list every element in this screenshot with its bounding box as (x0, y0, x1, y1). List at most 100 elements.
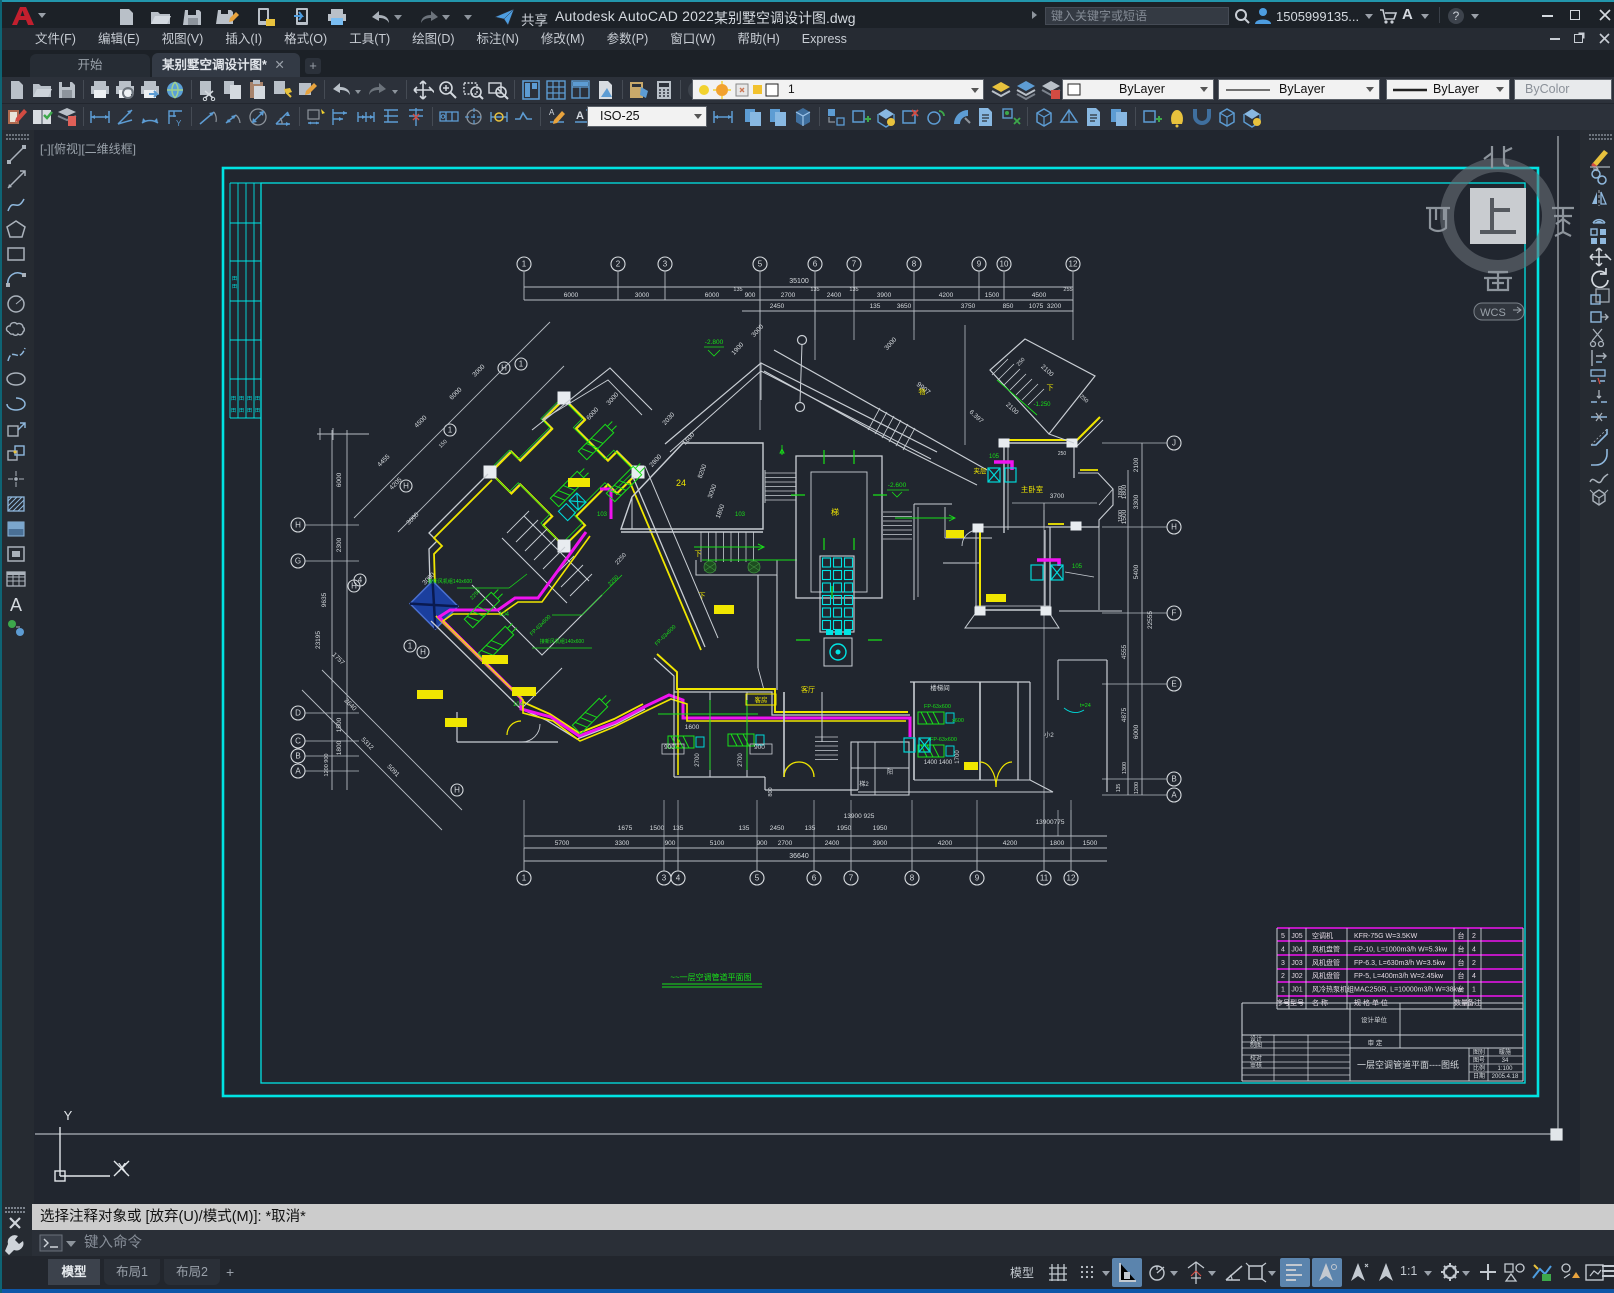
svg-text:2: 2 (1472, 960, 1476, 967)
svg-text:田: 田 (255, 408, 260, 414)
svg-text:1: 1 (519, 360, 524, 369)
svg-text:135: 135 (870, 303, 881, 310)
svg-text:H: H (403, 482, 409, 491)
svg-text:4875: 4875 (1121, 707, 1128, 722)
svg-text:2: 2 (1281, 973, 1285, 980)
svg-text:4200: 4200 (939, 292, 954, 299)
svg-text:校对: 校对 (1250, 1054, 1262, 1062)
svg-text:900: 900 (745, 292, 756, 299)
svg-text:2400: 2400 (825, 840, 840, 847)
svg-text:1: 1 (1281, 987, 1285, 994)
svg-text:FP-5, L=400m3/h W=2.45kw: FP-5, L=400m3/h W=2.45kw (1354, 973, 1444, 980)
svg-text:2700: 2700 (781, 292, 796, 299)
svg-text:FP-63x600: FP-63x600 (654, 624, 677, 647)
svg-text:设计: 设计 (1250, 1035, 1262, 1043)
svg-text:3000: 3000 (707, 483, 719, 499)
svg-text:J04: J04 (1291, 946, 1302, 953)
svg-text:风机盘管: 风机盘管 (1312, 971, 1340, 980)
svg-text:下: 下 (1047, 384, 1054, 392)
svg-text:暖施: 暖施 (1499, 1048, 1511, 1056)
svg-text:D: D (295, 709, 301, 718)
svg-text:台: 台 (1458, 944, 1465, 953)
svg-text:下: 下 (699, 592, 706, 600)
svg-text:135: 135 (733, 287, 742, 293)
svg-text:3300: 3300 (1133, 494, 1140, 509)
svg-text:255: 255 (1063, 287, 1072, 293)
svg-text:J02: J02 (1291, 973, 1302, 980)
svg-text:图号: 图号 (1473, 1057, 1485, 1064)
svg-text:J01: J01 (1291, 987, 1302, 994)
svg-text:4: 4 (676, 874, 681, 883)
svg-text:4455: 4455 (376, 453, 391, 468)
svg-text:105: 105 (1072, 564, 1083, 570)
svg-text:1500: 1500 (985, 292, 1000, 299)
svg-text:t=24: t=24 (1080, 703, 1091, 709)
svg-text:2: 2 (616, 260, 621, 269)
svg-text:135: 135 (849, 287, 858, 293)
svg-text:3000: 3000 (883, 336, 898, 352)
svg-text:3900: 3900 (877, 292, 892, 299)
svg-text:5400: 5400 (1133, 564, 1140, 579)
svg-text:主卧室: 主卧室 (1021, 484, 1044, 494)
svg-text:台: 台 (1458, 958, 1465, 967)
svg-text:9635: 9635 (321, 592, 328, 607)
svg-text:4200: 4200 (1003, 840, 1018, 847)
svg-text:1800: 1800 (336, 740, 343, 755)
svg-text:6: 6 (813, 260, 818, 269)
svg-text:H: H (295, 521, 301, 530)
svg-text:H: H (1171, 523, 1177, 532)
svg-text:6000: 6000 (585, 406, 600, 422)
svg-text:900: 900 (757, 840, 768, 847)
svg-text:田: 田 (232, 276, 237, 282)
svg-text:田: 田 (247, 408, 252, 414)
svg-text:田: 田 (255, 396, 260, 402)
svg-text:4: 4 (1472, 973, 1476, 980)
svg-text:3700: 3700 (1050, 493, 1065, 500)
svg-text:3000: 3000 (405, 511, 420, 526)
svg-text:客房: 客房 (755, 695, 768, 704)
svg-text:阳: 阳 (887, 768, 893, 776)
svg-text:135: 135 (1116, 784, 1122, 793)
svg-text:6000: 6000 (564, 292, 579, 299)
svg-text:12: 12 (1069, 260, 1078, 269)
svg-text:MAC250R, L=10000m3/h W=38kw: MAC250R, L=10000m3/h W=38kw (1354, 987, 1463, 994)
svg-text:空调机: 空调机 (1312, 931, 1333, 940)
svg-text:台: 台 (1458, 985, 1465, 994)
svg-text:F: F (1172, 609, 1177, 618)
svg-text:6.397: 6.397 (968, 409, 985, 425)
svg-text:12: 12 (1067, 874, 1076, 883)
svg-text:KFR-75G W=3.5KW: KFR-75G W=3.5KW (1354, 933, 1418, 940)
svg-text:2250: 2250 (607, 575, 620, 588)
svg-text:下: 下 (695, 550, 702, 558)
svg-text:4555: 4555 (1121, 644, 1128, 659)
svg-text:一层空调管道平面----图纸: 一层空调管道平面----图纸 (1357, 1059, 1459, 1070)
svg-text:-2.600: -2.600 (888, 482, 907, 489)
svg-text:36640: 36640 (789, 853, 809, 860)
svg-text:1500: 1500 (1083, 840, 1098, 847)
svg-text:接新风机组140x600: 接新风机组140x600 (428, 578, 472, 585)
svg-text:A: A (295, 767, 301, 776)
svg-text:135: 135 (739, 825, 750, 832)
svg-text:1900: 1900 (730, 341, 745, 357)
svg-text:900: 900 (754, 744, 765, 751)
svg-text:3: 3 (663, 260, 668, 269)
svg-text:1950: 1950 (873, 825, 888, 832)
svg-text:田: 田 (231, 408, 236, 414)
svg-text:104: 104 (513, 702, 524, 708)
svg-text:-1.250: -1.250 (1033, 402, 1051, 408)
svg-text:田: 田 (232, 284, 237, 290)
svg-text:2400: 2400 (827, 292, 842, 299)
svg-text:1:100: 1:100 (1497, 1066, 1513, 1072)
svg-text:1500: 1500 (1118, 510, 1124, 522)
svg-text:4200: 4200 (938, 840, 953, 847)
svg-text:8: 8 (910, 874, 915, 883)
svg-text:风机盘管: 风机盘管 (1312, 944, 1340, 953)
svg-text:24: 24 (676, 478, 686, 488)
svg-text:2450: 2450 (770, 303, 785, 310)
svg-text:1675: 1675 (618, 825, 633, 832)
svg-text:客厅: 客厅 (801, 685, 815, 694)
svg-text:5: 5 (755, 874, 760, 883)
svg-text:3300: 3300 (615, 840, 630, 847)
svg-text:田: 田 (247, 396, 252, 402)
svg-text:梯2: 梯2 (859, 780, 869, 788)
